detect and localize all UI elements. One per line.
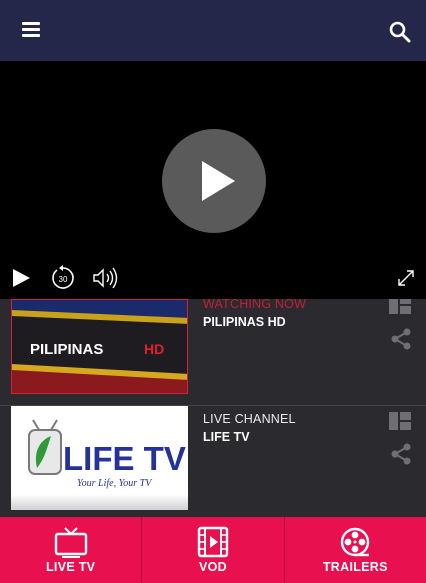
channel-title: PILIPINAS HD — [203, 315, 286, 329]
tab-label: VOD — [198, 560, 227, 574]
film-reel-icon — [341, 527, 370, 557]
app-header — [0, 0, 426, 61]
tv-icon — [54, 527, 87, 558]
channel-title: LIFE TV — [203, 430, 250, 444]
thumb-brand-text: PILIPINAS — [30, 341, 103, 358]
rewind-30-icon[interactable]: 30 — [50, 265, 76, 296]
share-icon[interactable] — [391, 443, 411, 470]
channel-status: WATCHING NOW — [203, 299, 307, 311]
channel-row[interactable]: PILIPINAS HD WATCHING NOW PILIPINAS HD — [0, 299, 426, 399]
channel-status: LIVE CHANNEL — [203, 412, 296, 426]
film-icon — [197, 526, 229, 558]
tab-vod[interactable]: VOD — [142, 517, 285, 583]
fullscreen-icon[interactable] — [396, 268, 416, 293]
rewind-seconds-label: 30 — [59, 275, 68, 284]
channel-thumbnail[interactable]: PILIPINAS HD — [11, 299, 188, 394]
channel-thumbnail[interactable]: LIFE TV Your Life, Your TV — [11, 406, 188, 510]
play-circle-icon[interactable] — [162, 129, 266, 233]
bottom-navigation: LIVE TV VOD TRAILERS — [0, 517, 426, 583]
search-icon[interactable] — [388, 20, 412, 44]
volume-icon[interactable] — [92, 267, 120, 294]
thumb-tagline-text: Your Life, Your TV — [77, 478, 153, 489]
share-icon[interactable] — [391, 328, 411, 355]
layout-grid-icon[interactable] — [389, 412, 411, 435]
thumb-badge-text: HD — [144, 341, 164, 357]
channel-row[interactable]: LIFE TV Your Life, Your TV LIVE CHANNEL … — [0, 405, 426, 515]
tab-label: TRAILERS — [322, 560, 388, 574]
channel-list: PILIPINAS HD WATCHING NOW PILIPINAS HD L… — [0, 299, 426, 517]
hamburger-menu-icon[interactable] — [22, 22, 40, 38]
layout-grid-icon[interactable] — [389, 299, 411, 319]
play-icon[interactable] — [10, 267, 32, 294]
tab-live-tv[interactable]: LIVE TV — [0, 517, 143, 583]
thumb-brand-text: LIFE TV — [63, 440, 186, 477]
tab-label: LIVE TV — [45, 560, 96, 574]
tab-trailers[interactable]: TRAILERS — [285, 517, 426, 583]
video-player[interactable]: 30 — [0, 61, 426, 299]
